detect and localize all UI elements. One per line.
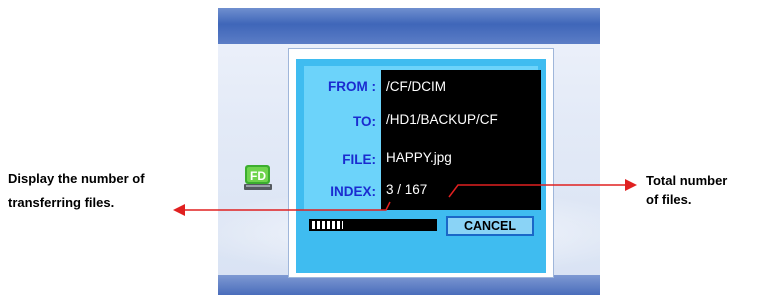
left-callout-arrow (173, 201, 391, 216)
callout-arrows (173, 179, 637, 216)
right-callout-arrow (448, 179, 637, 198)
